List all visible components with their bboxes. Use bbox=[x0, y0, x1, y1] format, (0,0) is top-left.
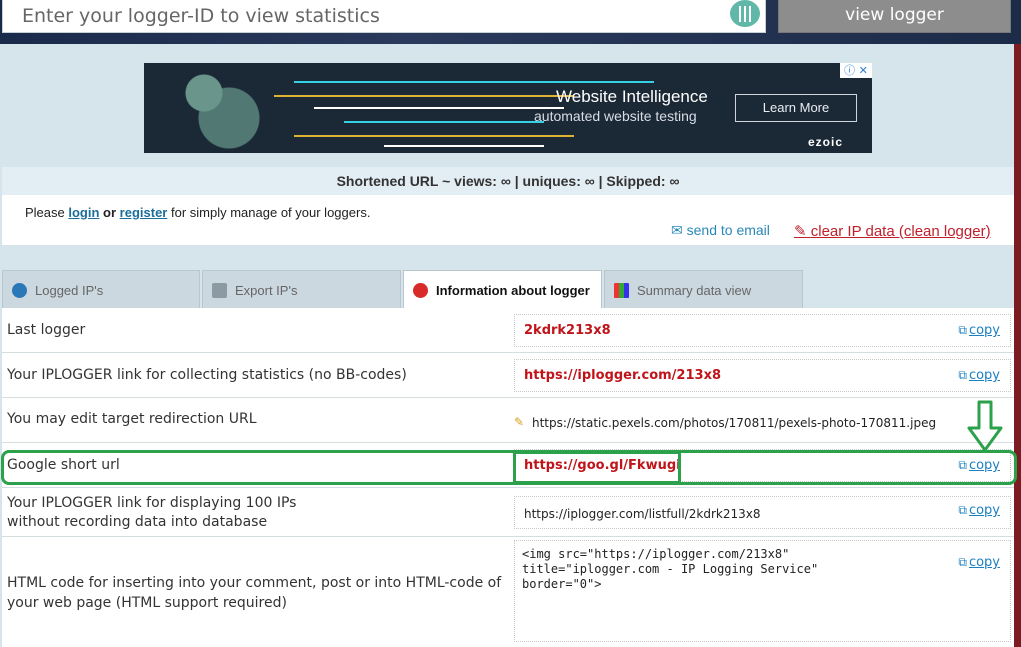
search-bar bbox=[2, 0, 766, 33]
stats-strip: Shortened URL ~ views: ∞ | uniques: ∞ | … bbox=[2, 167, 1014, 195]
tab-bar: Logged IP's Export IP's Information abou… bbox=[2, 270, 1014, 308]
eraser-icon: ✎ bbox=[794, 223, 807, 240]
login-panel: Please login or register for simply mana… bbox=[2, 195, 1014, 245]
login-or: or bbox=[103, 205, 117, 220]
value-box[interactable]: https://iplogger.com/213x8 copy bbox=[514, 359, 1011, 392]
table-row: Your IPLOGGER link for displaying 100 IP… bbox=[2, 488, 1014, 537]
register-link[interactable]: register bbox=[120, 205, 168, 220]
table-row: Last logger 2kdrk213x8 copy bbox=[2, 308, 1014, 353]
login-text: Please login or register for simply mana… bbox=[25, 205, 370, 220]
login-prefix: Please bbox=[25, 205, 65, 220]
value-box[interactable]: https://iplogger.com/listfull/2kdrk213x8… bbox=[514, 496, 1011, 529]
table-row: You may edit target redirection URL ✎ ht… bbox=[2, 398, 1014, 443]
row-label: Last logger bbox=[7, 322, 86, 338]
tab-information[interactable]: Information about logger bbox=[403, 270, 602, 308]
redirection-url-value[interactable]: https://static.pexels.com/photos/170811/… bbox=[532, 416, 936, 430]
row-label: HTML code for inserting into your commen… bbox=[7, 573, 501, 613]
html-code-textarea[interactable]: <img src="https://iplogger.com/213x8" ti… bbox=[514, 540, 1011, 642]
login-suffix: for simply manage of your loggers. bbox=[171, 205, 371, 220]
ezoic-logo: ezoic bbox=[808, 135, 844, 149]
row-label: You may edit target redirection URL bbox=[7, 411, 257, 427]
copy-button[interactable]: copy bbox=[958, 323, 1000, 338]
pencil-icon[interactable]: ✎ bbox=[514, 415, 524, 429]
iplogger-link-value[interactable]: https://iplogger.com/213x8 bbox=[524, 368, 721, 383]
tab-label: Logged IP's bbox=[35, 283, 104, 298]
ad-subtitle: automated website testing bbox=[534, 108, 697, 124]
tab-summary[interactable]: Summary data view bbox=[604, 270, 803, 308]
login-link[interactable]: login bbox=[68, 205, 99, 220]
copy-button[interactable]: copy bbox=[958, 368, 1000, 383]
copy-button[interactable]: copy bbox=[958, 503, 1000, 518]
target-icon bbox=[12, 283, 27, 298]
ad-close-icon[interactable]: ⓘ ✕ bbox=[840, 63, 872, 78]
value-box[interactable]: 2kdrk213x8 copy bbox=[514, 314, 1011, 347]
tab-label: Summary data view bbox=[637, 283, 752, 298]
astronaut-image bbox=[144, 63, 314, 153]
tab-label: Information about logger bbox=[436, 283, 590, 298]
view-logger-button[interactable]: view logger bbox=[778, 0, 1011, 33]
tab-export-ips[interactable]: Export IP's bbox=[202, 270, 401, 308]
question-icon bbox=[413, 283, 428, 298]
row-label-line: Your IPLOGGER link for displaying 100 IP… bbox=[7, 495, 297, 511]
clear-ip-link[interactable]: ✎ clear IP data (clean logger) bbox=[794, 222, 991, 240]
clear-ip-label: clear IP data (clean logger) bbox=[810, 223, 991, 240]
table-row: Your IPLOGGER link for collecting statis… bbox=[2, 353, 1014, 398]
value-box[interactable]: ✎ https://static.pexels.com/photos/17081… bbox=[514, 404, 1011, 437]
html-code-value[interactable]: <img src="https://iplogger.com/213x8" ti… bbox=[522, 547, 818, 592]
bar-chart-icon bbox=[614, 283, 629, 298]
tab-label: Export IP's bbox=[235, 283, 298, 298]
row-label-line: your web page (HTML support required) bbox=[7, 595, 287, 611]
listfull-link-value[interactable]: https://iplogger.com/listfull/2kdrk213x8 bbox=[524, 507, 760, 521]
highlight-value-annotation bbox=[513, 451, 681, 484]
ad-title: Website Intelligence bbox=[556, 87, 708, 106]
row-label: Your IPLOGGER link for displaying 100 IP… bbox=[7, 494, 296, 532]
filter-icon[interactable] bbox=[730, 0, 760, 27]
copy-button[interactable]: copy bbox=[958, 555, 1000, 570]
row-label: Your IPLOGGER link for collecting statis… bbox=[7, 367, 407, 383]
document-icon bbox=[212, 283, 227, 298]
stats-text: Shortened URL ~ views: ∞ | uniques: ∞ | … bbox=[336, 173, 680, 189]
table-row: HTML code for inserting into your commen… bbox=[2, 537, 1014, 647]
logger-id-input[interactable] bbox=[3, 0, 703, 31]
row-label-line: without recording data into database bbox=[7, 514, 268, 530]
tab-logged-ips[interactable]: Logged IP's bbox=[2, 270, 200, 308]
page-edge bbox=[1014, 44, 1021, 647]
highlight-row-annotation bbox=[1, 450, 1017, 485]
last-logger-value[interactable]: 2kdrk213x8 bbox=[524, 323, 611, 338]
down-arrow-annotation bbox=[967, 400, 1003, 452]
row-label-line: HTML code for inserting into your commen… bbox=[7, 575, 502, 591]
ad-learn-more-button[interactable]: Learn More bbox=[735, 94, 857, 122]
send-to-email-link[interactable]: ✉ send to email bbox=[671, 222, 770, 239]
send-email-label: send to email bbox=[686, 222, 770, 238]
ad-banner[interactable]: Website Intelligence automated website t… bbox=[144, 63, 872, 153]
mail-icon: ✉ bbox=[671, 222, 683, 238]
